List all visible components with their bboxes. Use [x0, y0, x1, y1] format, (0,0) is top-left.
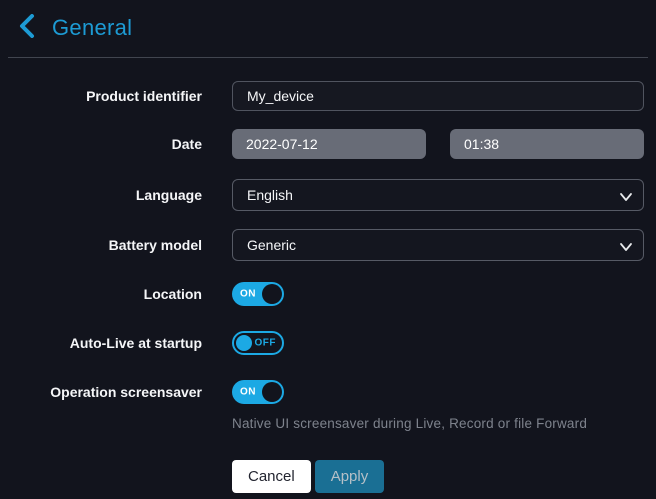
date-input[interactable] — [232, 129, 426, 159]
toggle-state-label: ON — [240, 387, 256, 398]
row-battery-model: Battery model Generic — [0, 229, 656, 261]
date-label: Date — [0, 136, 202, 152]
operation-screensaver-helper-row: Native UI screensaver during Live, Recor… — [0, 416, 656, 431]
toggle-state-label: OFF — [255, 338, 277, 349]
row-operation-screensaver: Operation screensaver ON — [0, 380, 656, 404]
cancel-button[interactable]: Cancel — [232, 460, 311, 493]
auto-live-toggle[interactable]: OFF — [232, 331, 284, 355]
operation-screensaver-label: Operation screensaver — [0, 384, 202, 400]
location-toggle[interactable]: ON — [232, 282, 284, 306]
language-label: Language — [0, 187, 202, 203]
battery-model-label: Battery model — [0, 237, 202, 253]
toggle-state-label: ON — [240, 289, 256, 300]
product-identifier-input[interactable] — [232, 81, 644, 111]
product-identifier-label: Product identifier — [0, 88, 202, 104]
row-auto-live: Auto-Live at startup OFF — [0, 331, 656, 355]
location-label: Location — [0, 286, 202, 302]
row-product-identifier: Product identifier — [0, 81, 656, 111]
toggle-knob — [262, 284, 282, 304]
auto-live-label: Auto-Live at startup — [0, 335, 202, 351]
language-select[interactable]: English — [232, 179, 644, 211]
general-settings-form: Product identifier Date Language English — [0, 58, 656, 493]
chevron-left-icon — [19, 14, 35, 43]
language-select-value[interactable]: English — [232, 179, 644, 211]
row-date: Date — [0, 129, 656, 159]
toggle-knob — [262, 382, 282, 402]
battery-model-select[interactable]: Generic — [232, 229, 644, 261]
action-buttons: Cancel Apply — [0, 460, 656, 493]
toggle-knob — [236, 335, 252, 351]
page-header: General — [0, 0, 656, 53]
time-input[interactable] — [450, 129, 644, 159]
row-location: Location ON — [0, 282, 656, 306]
page-title: General — [52, 15, 132, 41]
back-button[interactable] — [14, 15, 40, 41]
apply-button[interactable]: Apply — [315, 460, 385, 493]
battery-model-select-value[interactable]: Generic — [232, 229, 644, 261]
row-language: Language English — [0, 179, 656, 211]
operation-screensaver-toggle[interactable]: ON — [232, 380, 284, 404]
operation-screensaver-description: Native UI screensaver during Live, Recor… — [232, 416, 587, 431]
